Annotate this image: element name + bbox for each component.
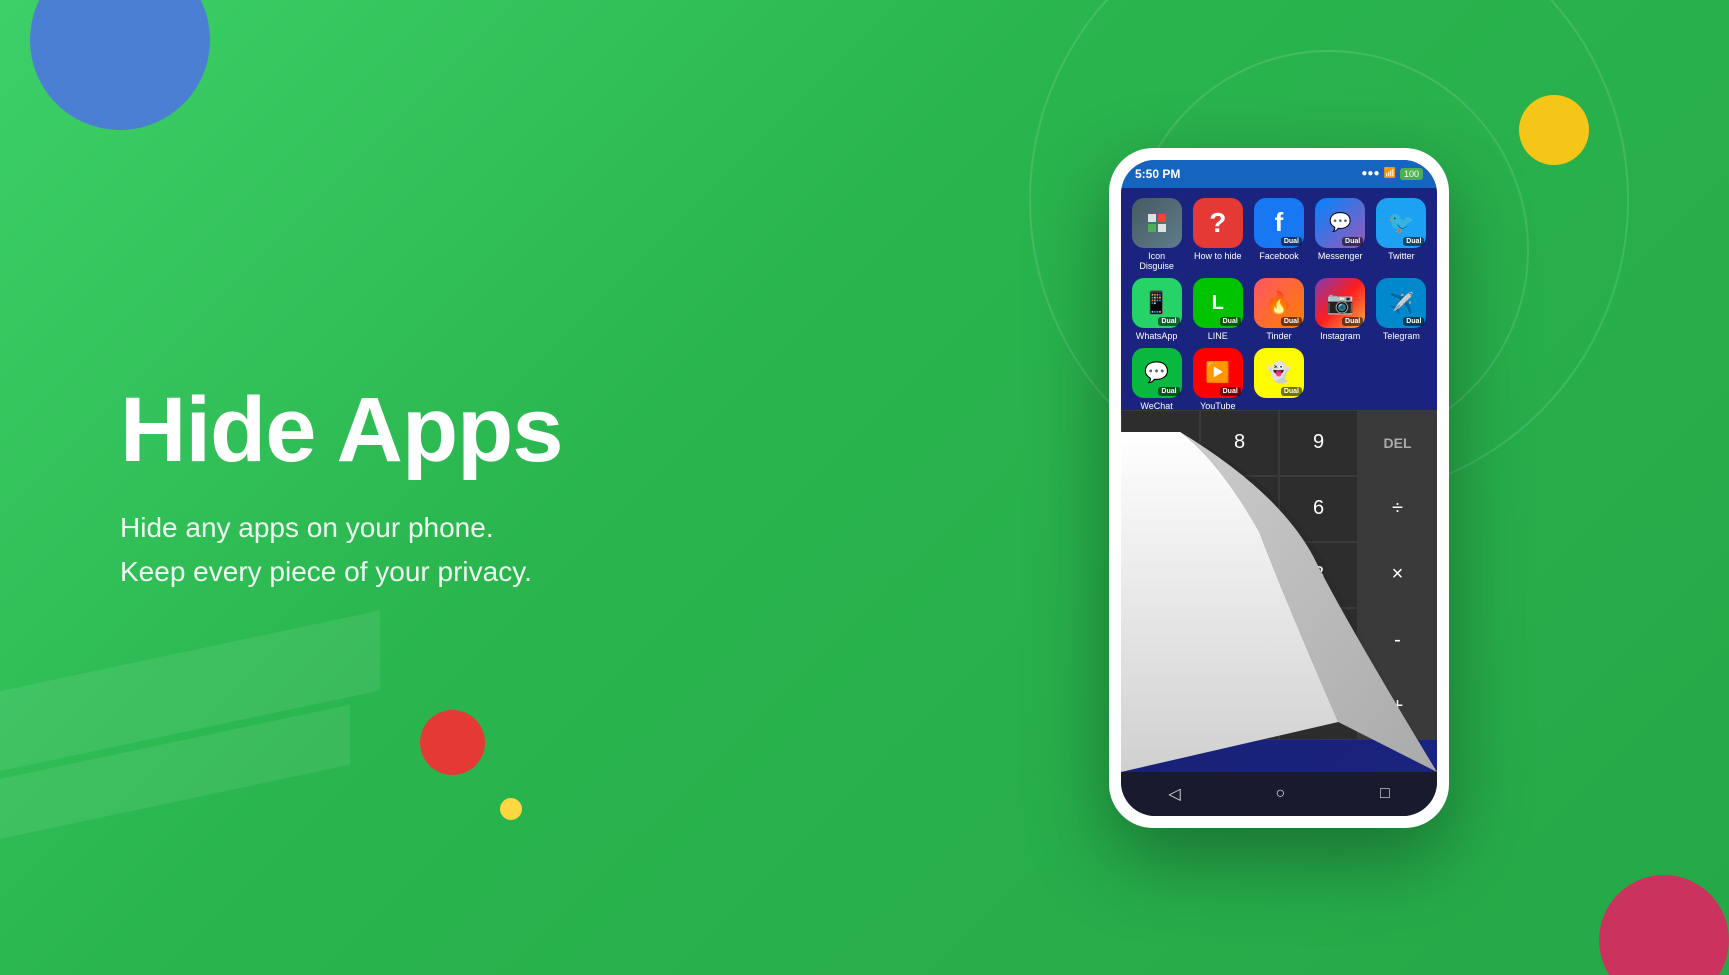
app-area: IconDisguise ? How to hide f Dual Facebo… bbox=[1121, 188, 1437, 772]
app-label-telegram: Telegram bbox=[1383, 331, 1420, 342]
wifi-icon: 📶 bbox=[1384, 168, 1396, 179]
app-label-facebook: Facebook bbox=[1259, 251, 1299, 262]
app-icon-disguise bbox=[1132, 198, 1182, 248]
app-item-twitter[interactable]: 🐦 Dual Twitter bbox=[1374, 198, 1429, 273]
calc-btn-del[interactable]: DEL bbox=[1358, 410, 1437, 476]
calc-btn-empty1 bbox=[1121, 674, 1200, 740]
calc-btn-empty2 bbox=[1200, 674, 1279, 740]
calculator: 7 8 9 DEL 4 5 6 ÷ 1 2 bbox=[1121, 410, 1437, 740]
left-content: Hide Apps Hide any apps on your phone. K… bbox=[0, 0, 700, 975]
app-item-whatsapp[interactable]: 📱 Dual WhatsApp bbox=[1129, 278, 1184, 342]
calc-btn-9[interactable]: 9 bbox=[1279, 410, 1358, 476]
calc-btn-4[interactable]: 4 bbox=[1121, 476, 1200, 542]
app-icon-facebook: f Dual bbox=[1254, 198, 1304, 248]
app-label-whatsapp: WhatsApp bbox=[1136, 331, 1178, 342]
instagram-dual-badge: Dual bbox=[1342, 317, 1363, 326]
tinder-dual-badge: Dual bbox=[1281, 317, 1302, 326]
snapchat-dual-badge: Dual bbox=[1281, 387, 1302, 396]
nav-home-button[interactable]: ○ bbox=[1275, 785, 1285, 803]
calc-btn-plus[interactable]: + bbox=[1358, 674, 1437, 740]
app-icon-wechat: 💬 Dual bbox=[1132, 348, 1182, 398]
calc-btn-equals[interactable]: = bbox=[1279, 608, 1358, 674]
app-item-messenger[interactable]: 💬 Dual Messenger bbox=[1313, 198, 1368, 273]
calc-btn-5[interactable]: 5 bbox=[1200, 476, 1279, 542]
app-icon-line: L Dual bbox=[1193, 278, 1243, 328]
calc-row-5: + bbox=[1121, 674, 1437, 740]
subtitle: Hide any apps on your phone. Keep every … bbox=[120, 506, 700, 593]
app-item-telegram[interactable]: ✈️ Dual Telegram bbox=[1374, 278, 1429, 342]
calc-btn-3[interactable]: 3 bbox=[1279, 542, 1358, 608]
app-icon-telegram: ✈️ Dual bbox=[1376, 278, 1426, 328]
app-item-line[interactable]: L Dual LINE bbox=[1190, 278, 1245, 342]
calc-row-2: 4 5 6 ÷ bbox=[1121, 476, 1437, 542]
status-time: 5:50 PM bbox=[1135, 167, 1180, 181]
app-grid: IconDisguise ? How to hide f Dual Facebo… bbox=[1127, 196, 1431, 414]
calc-btn-dot[interactable]: . bbox=[1121, 608, 1200, 674]
calc-btn-2[interactable]: 2 bbox=[1200, 542, 1279, 608]
app-item-facebook[interactable]: f Dual Facebook bbox=[1251, 198, 1306, 273]
twitter-dual-badge: Dual bbox=[1403, 237, 1424, 246]
calc-btn-8[interactable]: 8 bbox=[1200, 410, 1279, 476]
calc-row-3: 1 2 3 × bbox=[1121, 542, 1437, 608]
line-dual-badge: Dual bbox=[1220, 317, 1241, 326]
background: Hide Apps Hide any apps on your phone. K… bbox=[0, 0, 1729, 975]
app-icon-snapchat: 👻 Dual bbox=[1254, 348, 1304, 398]
app-item-snapchat[interactable]: 👻 Dual bbox=[1251, 348, 1306, 412]
calc-btn-empty3 bbox=[1279, 674, 1358, 740]
app-item-instagram[interactable]: 📷 Dual Instagram bbox=[1313, 278, 1368, 342]
app-label-messenger: Messenger bbox=[1318, 251, 1363, 262]
phone-outer: 5:50 PM ●●● 📶 100 bbox=[1109, 148, 1449, 828]
signal-icon: ●●● bbox=[1361, 168, 1379, 179]
deco-pink-blob bbox=[1599, 875, 1729, 975]
youtube-dual-badge: Dual bbox=[1220, 387, 1241, 396]
app-item-disguise[interactable]: IconDisguise bbox=[1129, 198, 1184, 273]
app-item-tinder[interactable]: 🔥 Dual Tinder bbox=[1251, 278, 1306, 342]
calc-btn-6[interactable]: 6 bbox=[1279, 476, 1358, 542]
app-label-instagram: Instagram bbox=[1320, 331, 1360, 342]
nav-recents-button[interactable]: □ bbox=[1380, 785, 1390, 803]
facebook-dual-badge: Dual bbox=[1281, 237, 1302, 246]
calc-row-4: . 0 = - bbox=[1121, 608, 1437, 674]
status-bar: 5:50 PM ●●● 📶 100 bbox=[1121, 160, 1437, 188]
app-icon-twitter: 🐦 Dual bbox=[1376, 198, 1426, 248]
nav-bar: ◁ ○ □ bbox=[1121, 772, 1437, 816]
app-label-howto: How to hide bbox=[1194, 251, 1242, 262]
app-label-disguise: IconDisguise bbox=[1139, 251, 1174, 273]
app-item-howto[interactable]: ? How to hide bbox=[1190, 198, 1245, 273]
subtitle-line1: Hide any apps on your phone. bbox=[120, 512, 494, 543]
app-icon-messenger: 💬 Dual bbox=[1315, 198, 1365, 248]
deco-yellow-circle bbox=[1519, 95, 1589, 165]
wechat-dual-badge: Dual bbox=[1158, 387, 1179, 396]
nav-back-button[interactable]: ◁ bbox=[1168, 784, 1180, 804]
app-item-wechat[interactable]: 💬 Dual WeChat bbox=[1129, 348, 1184, 412]
whatsapp-dual-badge: Dual bbox=[1158, 317, 1179, 326]
telegram-dual-badge: Dual bbox=[1403, 317, 1424, 326]
main-title: Hide Apps bbox=[120, 382, 700, 479]
app-icon-tinder: 🔥 Dual bbox=[1254, 278, 1304, 328]
calc-btn-0[interactable]: 0 bbox=[1200, 608, 1279, 674]
calc-btn-minus[interactable]: - bbox=[1358, 608, 1437, 674]
app-label-tinder: Tinder bbox=[1266, 331, 1291, 342]
app-icon-howto: ? bbox=[1193, 198, 1243, 248]
calc-btn-1[interactable]: 1 bbox=[1121, 542, 1200, 608]
messenger-dual-badge: Dual bbox=[1342, 237, 1363, 246]
app-icon-instagram: 📷 Dual bbox=[1315, 278, 1365, 328]
phone-inner: 5:50 PM ●●● 📶 100 bbox=[1121, 160, 1437, 816]
app-icon-youtube: ▶️ Dual bbox=[1193, 348, 1243, 398]
app-icon-whatsapp: 📱 Dual bbox=[1132, 278, 1182, 328]
app-item-youtube[interactable]: ▶️ Dual YouTube bbox=[1190, 348, 1245, 412]
app-label-twitter: Twitter bbox=[1388, 251, 1415, 262]
calc-row-1: 7 8 9 DEL bbox=[1121, 410, 1437, 476]
calc-btn-7[interactable]: 7 bbox=[1121, 410, 1200, 476]
subtitle-line2: Keep every piece of your privacy. bbox=[120, 556, 532, 587]
calc-btn-divide[interactable]: ÷ bbox=[1358, 476, 1437, 542]
app-label-line: LINE bbox=[1208, 331, 1228, 342]
battery-icon: 100 bbox=[1400, 168, 1423, 180]
phone-mockup: 5:50 PM ●●● 📶 100 bbox=[1109, 148, 1449, 828]
status-icons: ●●● 📶 100 bbox=[1361, 168, 1423, 180]
calc-btn-multiply[interactable]: × bbox=[1358, 542, 1437, 608]
